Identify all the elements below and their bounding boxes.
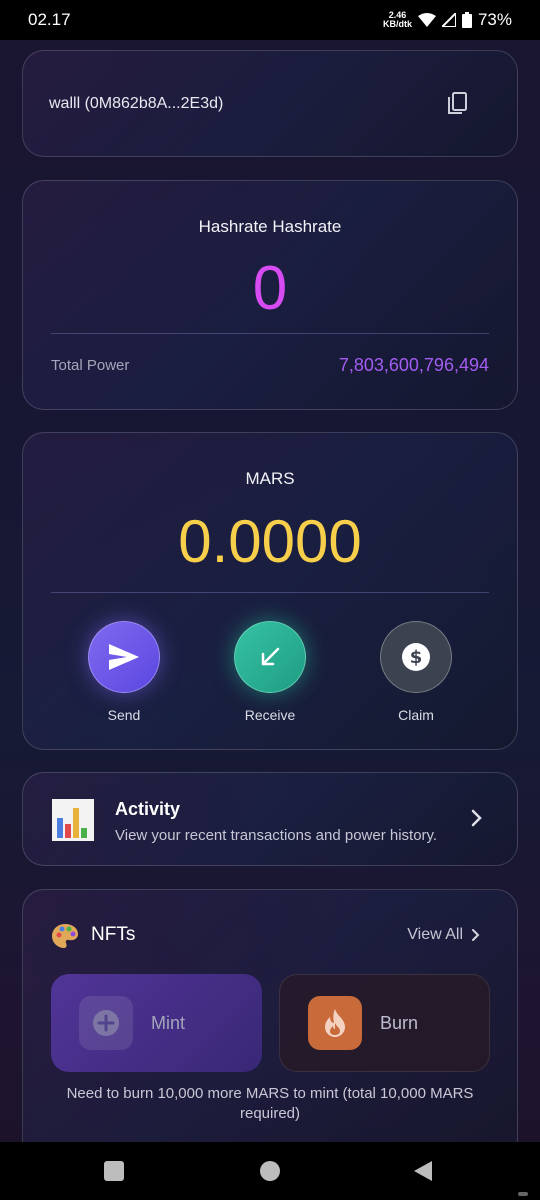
burn-button[interactable]: Burn (279, 974, 490, 1072)
claim-action: $ Claim (380, 621, 452, 723)
hashrate-divider (51, 333, 489, 334)
mars-balance: 0.0000 (178, 508, 362, 575)
receive-label: Receive (244, 707, 296, 723)
copy-icon (448, 91, 467, 114)
burn-icon-box (308, 996, 362, 1050)
hashrate-card: Hashrate Hashrate 0 Total Power 7,803,60… (22, 180, 518, 410)
nfts-title: NFTs (91, 924, 136, 945)
wallet-card: walll (0M862b8A...2E3d) (22, 50, 518, 157)
wifi-icon (417, 13, 436, 27)
signal-icon (441, 13, 456, 27)
send-action: Send (88, 621, 160, 723)
mint-label: Mint (151, 1012, 186, 1033)
network-speed: 2.46 KB/dtk (382, 10, 412, 29)
burn-label: Burn (380, 1012, 419, 1033)
plus-circle-icon (93, 1010, 119, 1036)
paper-plane-icon (109, 644, 139, 670)
scroll-indicator (518, 1192, 528, 1196)
receive-button[interactable] (234, 621, 306, 693)
battery-icon (461, 12, 472, 28)
recent-apps-button[interactable] (104, 1161, 124, 1181)
battery-percent: 73% (477, 10, 512, 29)
chevron-right-icon (471, 809, 482, 827)
svg-text:$: $ (410, 647, 423, 668)
status-icons: 2.46 KB/dtk 73% (383, 10, 512, 30)
bar-chart-icon (52, 799, 94, 841)
home-button[interactable] (260, 1161, 280, 1181)
mint-icon-box (79, 996, 133, 1050)
mint-requirement-note: Need to burn 10,000 more MARS to mint (t… (66, 1085, 474, 1122)
send-label: Send (107, 707, 141, 723)
wallet-address: walll (0M862b8A...2E3d) (49, 94, 224, 112)
mars-title: MARS (245, 469, 295, 488)
back-button[interactable] (414, 1161, 432, 1181)
total-power-label: Total Power (51, 357, 130, 374)
fire-icon (325, 1009, 345, 1037)
receive-action: Receive (234, 621, 306, 723)
mars-card: MARS 0.0000 Send Receive $ Claim (22, 432, 518, 750)
copy-address-button[interactable] (443, 90, 471, 118)
status-time: 02.17 (28, 10, 71, 29)
claim-label: Claim (398, 707, 434, 723)
total-power-value: 7,803,600,796,494 (338, 355, 489, 375)
total-power-row: Total Power 7,803,600,796,494 (51, 355, 489, 376)
claim-button[interactable]: $ (380, 621, 452, 693)
activity-subtitle: View your recent transactions and power … (115, 827, 438, 844)
activity-card[interactable]: Activity View your recent transactions a… (22, 772, 518, 866)
arrow-down-left-icon (261, 647, 280, 666)
hashrate-value: 0 (252, 254, 288, 323)
activity-title: Activity (115, 799, 181, 819)
palette-icon (52, 924, 78, 948)
hashrate-title: Hashrate Hashrate (198, 217, 342, 236)
status-bar: 02.17 2.46 KB/dtk 73% (0, 0, 540, 40)
mars-divider (51, 592, 489, 593)
chevron-right-icon (472, 929, 480, 941)
send-button[interactable] (88, 621, 160, 693)
view-all-link[interactable]: View All (407, 926, 481, 944)
system-nav-bar (0, 1142, 540, 1200)
view-all-label: View All (407, 926, 463, 943)
nfts-card: NFTs View All Mint Burn Need to burn 10,… (22, 889, 518, 1159)
dollar-coin-icon: $ (402, 643, 430, 671)
mint-button[interactable]: Mint (51, 974, 262, 1072)
